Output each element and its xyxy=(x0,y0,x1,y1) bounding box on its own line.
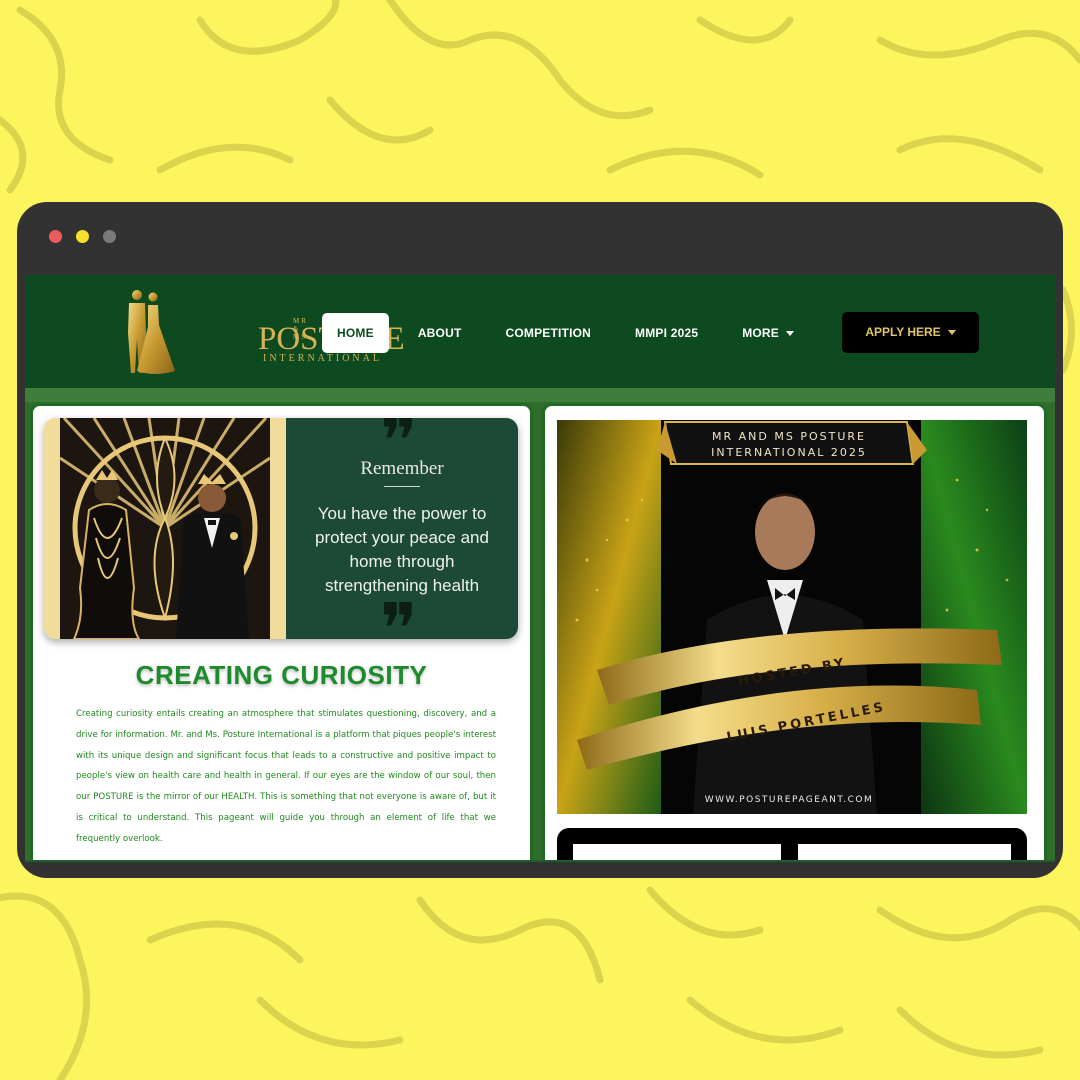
site-header: MR & MS POSTURE INTERNATIONAL HOME ABOUT… xyxy=(25,275,1055,389)
nav-home[interactable]: HOME xyxy=(322,313,389,353)
couple-silhouette-icon xyxy=(128,290,175,374)
window-controls xyxy=(49,230,116,243)
maximize-dot-icon[interactable] xyxy=(103,230,116,243)
poster-banner-line2: INTERNATIONAL 2025 xyxy=(711,446,867,459)
chevron-down-icon xyxy=(947,330,956,336)
event-poster-image[interactable]: MR AND MS POSTURE INTERNATIONAL 2025 HOS… xyxy=(557,420,1027,814)
quote-title: Remember xyxy=(360,458,444,479)
quote-banner: ❞ Remember You have the power to protect… xyxy=(44,418,518,639)
site-logo[interactable]: MR & MS POSTURE INTERNATIONAL xyxy=(115,285,405,377)
nav-mmpi-2025[interactable]: MMPI 2025 xyxy=(620,313,713,353)
curiosity-card: ❞ Remember You have the power to protect… xyxy=(30,403,533,862)
chevron-down-icon xyxy=(786,331,795,337)
section-heading: CREATING CURIOSITY xyxy=(135,660,428,690)
quote-close-icon: ❞ xyxy=(380,588,418,639)
close-dot-icon[interactable] xyxy=(49,230,62,243)
poster-website: WWW.POSTUREPAGEANT.COM xyxy=(705,795,874,805)
main-menu: HOME ABOUT COMPETITION MMPI 2025 MORE xyxy=(322,313,809,353)
nav-more-label: MORE xyxy=(742,326,780,340)
content-strip xyxy=(557,828,1027,862)
quote-text: You have the power to protect your peace… xyxy=(315,504,489,595)
header-divider xyxy=(25,388,1055,402)
page-viewport: MR & MS POSTURE INTERNATIONAL HOME ABOUT… xyxy=(25,275,1055,862)
nav-about[interactable]: ABOUT xyxy=(403,313,477,353)
nav-more[interactable]: MORE xyxy=(727,313,809,353)
apply-here-label: APPLY HERE xyxy=(865,325,941,339)
section-body: Creating curiosity entails creating an a… xyxy=(76,709,496,844)
apply-here-button[interactable]: APPLY HERE xyxy=(842,312,979,353)
browser-window: MR & MS POSTURE INTERNATIONAL HOME ABOUT… xyxy=(17,202,1063,878)
minimize-dot-icon[interactable] xyxy=(76,230,89,243)
couple-artwork-image xyxy=(44,418,286,639)
logo-sub-text: INTERNATIONAL xyxy=(263,353,382,364)
nav-competition[interactable]: COMPETITION xyxy=(490,313,606,353)
poster-banner-line1: MR AND MS POSTURE xyxy=(712,430,866,443)
event-poster-card: MR AND MS POSTURE INTERNATIONAL 2025 HOS… xyxy=(542,403,1047,862)
quote-panel: ❞ Remember You have the power to protect… xyxy=(286,418,518,639)
quote-divider xyxy=(384,486,420,487)
page-footer-edge xyxy=(25,860,1055,862)
